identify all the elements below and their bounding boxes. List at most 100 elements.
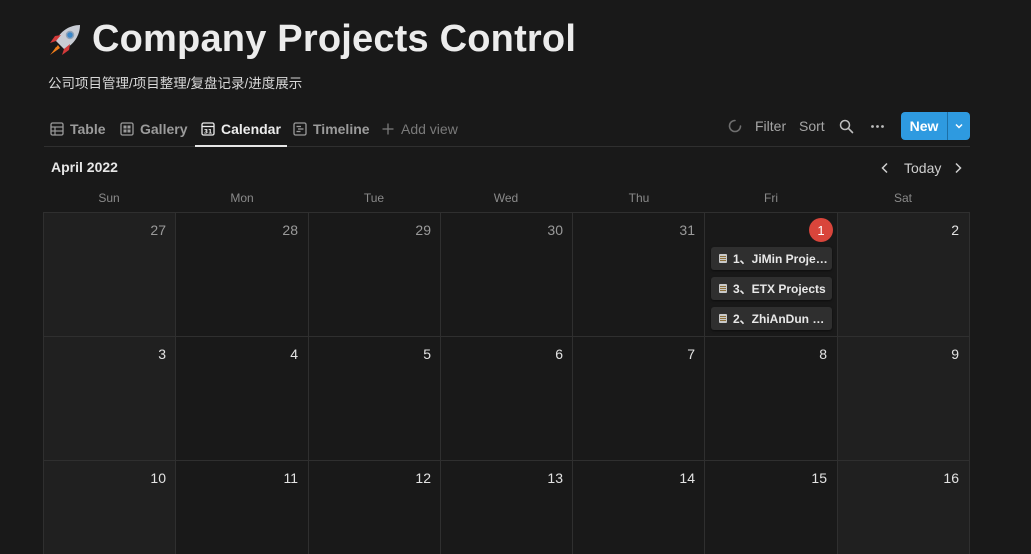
add-view-button[interactable]: Add view xyxy=(381,112,458,146)
loading-spinner xyxy=(728,112,742,140)
tab-timeline-label: Timeline xyxy=(313,121,370,137)
prev-month-button[interactable] xyxy=(878,158,892,178)
day-number: 13 xyxy=(547,470,563,486)
day-number: 29 xyxy=(415,222,431,238)
day-cell[interactable]: 27 xyxy=(43,212,176,337)
page-header: Company Projects Control xyxy=(46,18,576,61)
search-icon xyxy=(839,119,854,133)
page-icon xyxy=(719,284,727,293)
page-title: Company Projects Control xyxy=(92,18,577,60)
day-cell[interactable]: 10 xyxy=(43,460,176,554)
day-number: 10 xyxy=(150,470,166,486)
calendar-event[interactable]: 3、ETX Projects xyxy=(711,277,832,300)
day-cell[interactable]: 9 xyxy=(837,336,970,461)
weekday-header-thu: Thu xyxy=(628,191,650,205)
chevron-down-icon xyxy=(955,123,963,129)
sort-button[interactable]: Sort xyxy=(799,112,825,140)
day-number: 9 xyxy=(951,346,959,362)
view-tabs-bar: Table Gallery 31 Calendar Timeline Add v… xyxy=(44,112,970,147)
new-dropdown-button[interactable] xyxy=(948,112,970,140)
today-label: Today xyxy=(904,160,942,176)
weekday-header-fri: Fri xyxy=(764,191,778,205)
new-button[interactable]: New xyxy=(901,112,970,140)
day-cell[interactable]: 15 xyxy=(704,460,837,554)
day-number: 6 xyxy=(555,346,563,362)
tab-table[interactable]: Table xyxy=(50,112,106,146)
day-number: 11 xyxy=(283,470,298,486)
svg-text:31: 31 xyxy=(204,129,212,136)
weekday-header-wed: Wed xyxy=(493,191,519,205)
day-cell[interactable]: 29 xyxy=(308,212,441,337)
day-cell[interactable]: 30 xyxy=(440,212,573,337)
new-button-label: New xyxy=(909,118,939,134)
today-badge: 1 xyxy=(809,218,833,242)
more-icon xyxy=(871,124,884,128)
tab-gallery[interactable]: Gallery xyxy=(120,112,187,146)
day-number: 28 xyxy=(282,222,298,238)
page-icon xyxy=(719,314,727,323)
day-cell[interactable]: 28 xyxy=(175,212,308,337)
calendar-grid: 27 28 29 30 31 1 1、JiMin Proje… 3、ETX Pr… xyxy=(43,212,970,554)
day-cell[interactable]: 12 xyxy=(308,460,441,554)
day-cell[interactable]: 14 xyxy=(572,460,705,554)
filter-button[interactable]: Filter xyxy=(755,112,786,140)
day-cell[interactable]: 8 xyxy=(704,336,837,461)
day-cell[interactable]: 16 xyxy=(837,460,970,554)
day-number: 12 xyxy=(415,470,431,486)
event-title: 3、ETX Projects xyxy=(733,282,826,296)
day-number: 15 xyxy=(811,470,827,486)
day-cell[interactable]: 4 xyxy=(175,336,308,461)
event-title: 1、JiMin Proje… xyxy=(733,252,828,266)
day-number: 16 xyxy=(943,470,959,486)
spinner-icon xyxy=(728,119,742,133)
day-cell[interactable]: 11 xyxy=(175,460,308,554)
weekday-header-tue: Tue xyxy=(363,191,385,205)
table-icon xyxy=(50,122,64,136)
next-month-button[interactable] xyxy=(951,158,965,178)
day-number: 27 xyxy=(150,222,166,238)
day-number: 7 xyxy=(687,346,695,362)
search-button[interactable] xyxy=(839,112,854,140)
calendar-event[interactable]: 2、ZhiAnDun … xyxy=(711,307,832,330)
tab-calendar-label: Calendar xyxy=(221,121,281,137)
day-cell[interactable]: 31 xyxy=(572,212,705,337)
day-number: 2 xyxy=(951,222,959,238)
gallery-icon xyxy=(120,122,134,136)
day-number: 30 xyxy=(547,222,563,238)
calendar-event[interactable]: 1、JiMin Proje… xyxy=(711,247,832,270)
event-title: 2、ZhiAnDun … xyxy=(733,312,825,326)
weekday-header-mon: Mon xyxy=(230,191,254,205)
chevron-right-icon xyxy=(955,162,962,174)
day-cell[interactable]: 2 xyxy=(837,212,970,337)
day-number: 4 xyxy=(290,346,298,362)
today-button[interactable]: Today xyxy=(904,158,941,178)
day-cell[interactable]: 13 xyxy=(440,460,573,554)
weekday-header-sat: Sat xyxy=(893,191,912,205)
month-label: April 2022 xyxy=(51,159,118,175)
day-cell[interactable]: 3 xyxy=(43,336,176,461)
day-cell[interactable]: 7 xyxy=(572,336,705,461)
tab-timeline[interactable]: Timeline xyxy=(293,112,370,146)
sort-label: Sort xyxy=(799,118,825,134)
day-number: 3 xyxy=(158,346,166,362)
chevron-left-icon xyxy=(881,162,888,174)
day-cell[interactable]: 6 xyxy=(440,336,573,461)
page-icon xyxy=(719,254,727,263)
timeline-icon xyxy=(293,122,307,136)
day-number: 5 xyxy=(423,346,431,362)
weekday-header-sun: Sun xyxy=(98,191,120,205)
filter-label: Filter xyxy=(755,118,787,134)
tab-calendar[interactable]: 31 Calendar xyxy=(195,112,287,147)
calendar-icon: 31 xyxy=(201,122,215,136)
add-view-label: Add view xyxy=(401,121,458,137)
rocket-icon xyxy=(50,24,80,55)
day-cell[interactable]: 5 xyxy=(308,336,441,461)
plus-icon xyxy=(382,123,394,135)
day-number: 8 xyxy=(819,346,827,362)
more-options-button[interactable] xyxy=(870,112,885,140)
page-subtitle: 公司项目管理/项目整理/复盘记录/进度展示 xyxy=(48,76,303,91)
tab-gallery-label: Gallery xyxy=(140,121,188,137)
day-cell-today[interactable]: 1 1、JiMin Proje… 3、ETX Projects 2、ZhiAnD… xyxy=(704,212,837,337)
day-number: 14 xyxy=(679,470,695,486)
tab-table-label: Table xyxy=(70,121,106,137)
